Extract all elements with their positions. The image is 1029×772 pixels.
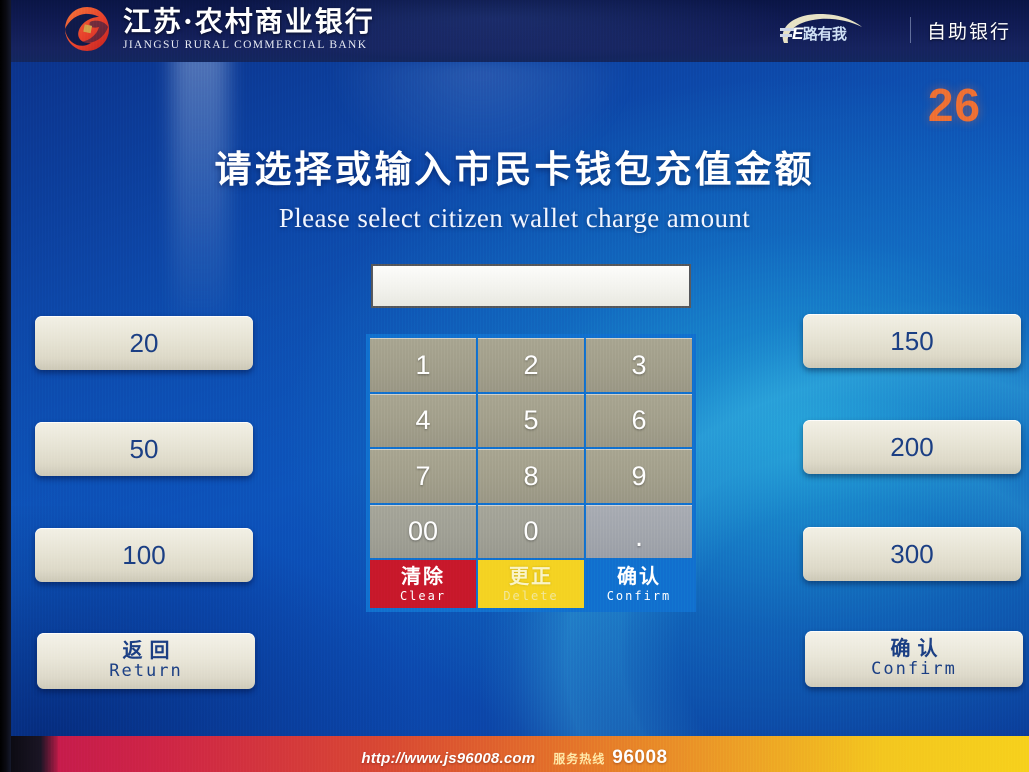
footer-hotline-label: 服务热线 — [553, 752, 606, 766]
clear-key-label-cn: 清除 — [401, 565, 445, 588]
clear-key-label-en: Clear — [399, 588, 447, 603]
key-0[interactable]: 0 — [478, 504, 584, 558]
confirm-key-label-cn: 确认 — [617, 565, 661, 588]
brand-text: 江苏·农村商业银行 JIANGSU RURAL COMMERCIAL BANK — [123, 4, 375, 52]
key-5[interactable]: 5 — [478, 393, 584, 447]
page-title-en: Please select citizen wallet charge amou… — [278, 203, 751, 233]
keypad-action-row: 清除 Clear 更正 Delete 确认 Confirm — [370, 560, 692, 608]
footer-hotline: 服务热线 96008 — [553, 747, 667, 769]
brand: 江苏·农村商业银行 JIANGSU RURAL COMMERCIAL BANK — [62, 4, 375, 54]
header-divider — [909, 17, 911, 43]
brand-name-cn: 江苏·农村商业银行 — [123, 4, 375, 38]
key-3[interactable]: 3 — [586, 338, 692, 392]
confirm-button[interactable]: 确认 Confirm — [805, 631, 1023, 687]
key-decimal-point[interactable]: . — [586, 504, 692, 558]
amount-input[interactable] — [371, 264, 691, 308]
delete-key[interactable]: 更正 Delete — [478, 560, 584, 608]
key-8[interactable]: 8 — [478, 449, 584, 503]
return-button-label-cn: 返回 — [122, 640, 177, 663]
header-bar: 江苏·农村商业银行 JIANGSU RURAL COMMERCIAL BANK … — [0, 0, 1029, 62]
bank-swoosh-logo-icon — [65, 7, 109, 51]
session-counter: 26 — [927, 79, 981, 131]
return-button-label-en: Return — [109, 661, 183, 682]
atm-screen: 江苏·农村商业银行 JIANGSU RURAL COMMERCIAL BANK … — [0, 0, 1029, 772]
footer-bar: http://www.js96008.com 服务热线 96008 — [0, 736, 1029, 772]
confirm-key[interactable]: 确认 Confirm — [586, 560, 692, 608]
brand-name-en: JIANGSU RURAL COMMERCIAL BANK — [123, 39, 368, 52]
amount-button-100[interactable]: 100 — [35, 528, 253, 582]
delete-key-label-en: Delete — [503, 588, 559, 603]
keypad-row-2: 4 5 6 — [370, 393, 692, 447]
key-1[interactable]: 1 — [370, 338, 476, 392]
return-button[interactable]: 返回 Return — [37, 633, 255, 689]
key-4[interactable]: 4 — [370, 393, 476, 447]
e-road-text: E路有我 — [791, 24, 847, 43]
amount-button-150[interactable]: 150 — [803, 314, 1021, 368]
key-6[interactable]: 6 — [586, 393, 692, 447]
confirm-button-label-cn: 确认 — [890, 638, 945, 661]
keypad-row-3: 7 8 9 — [370, 449, 692, 503]
confirm-button-label-en: Confirm — [871, 659, 957, 680]
page-title-cn: 请选择或输入市民卡钱包充值金额 — [214, 149, 815, 190]
self-bank-label: 自助银行 — [926, 21, 1011, 43]
footer-hotline-number: 96008 — [612, 747, 668, 768]
confirm-key-label-en: Confirm — [606, 588, 672, 603]
amount-button-20[interactable]: 20 — [35, 316, 253, 370]
header-right: E路有我 自助银行 — [776, 11, 1011, 49]
amount-button-300[interactable]: 300 — [803, 527, 1021, 581]
e-road-logo-icon: E路有我 — [776, 11, 894, 49]
keypad-row-4: 00 0 . — [370, 504, 692, 558]
key-2[interactable]: 2 — [478, 338, 584, 392]
keypad-row-1: 1 2 3 — [370, 338, 692, 392]
amount-button-200[interactable]: 200 — [803, 420, 1021, 474]
key-double-zero[interactable]: 00 — [370, 504, 476, 558]
key-9[interactable]: 9 — [586, 449, 692, 503]
amount-button-50[interactable]: 50 — [35, 422, 253, 476]
footer-url: http://www.js96008.com — [361, 749, 536, 767]
key-7[interactable]: 7 — [370, 449, 476, 503]
numeric-keypad: 1 2 3 4 5 6 7 8 9 00 0 . 清除 Clear 更正 Del… — [366, 334, 696, 612]
delete-key-label-cn: 更正 — [509, 565, 553, 588]
clear-key[interactable]: 清除 Clear — [370, 560, 476, 608]
